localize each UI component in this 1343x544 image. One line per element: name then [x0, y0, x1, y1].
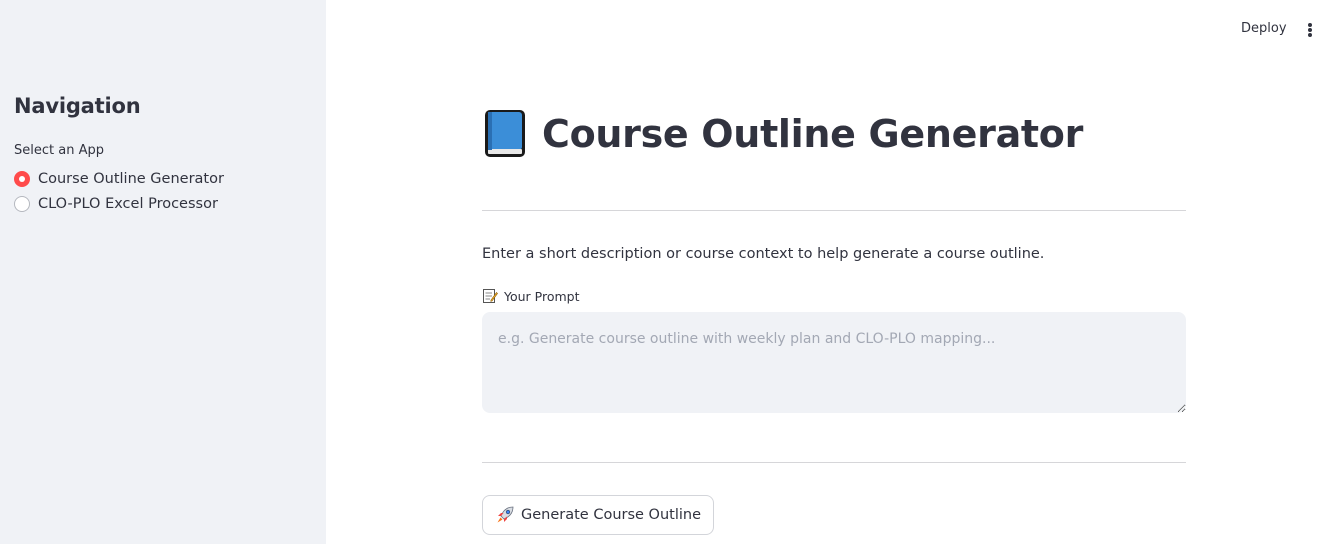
page-title-row: Course Outline Generator — [482, 108, 1083, 160]
radio-dot — [19, 176, 25, 182]
radio-option-clo-plo-excel-processor[interactable]: CLO-PLO Excel Processor — [14, 195, 218, 213]
radio-group-label: Select an App — [14, 143, 104, 158]
menu-dot — [1308, 28, 1312, 32]
menu-dot — [1308, 23, 1312, 27]
radio-option-label: CLO-PLO Excel Processor — [38, 196, 218, 212]
deploy-button[interactable]: Deploy — [1241, 21, 1287, 36]
prompt-label-text: Your Prompt — [504, 288, 580, 304]
divider — [482, 210, 1186, 211]
radio-button-checked[interactable] — [14, 171, 30, 187]
page-title: Course Outline Generator — [542, 112, 1084, 156]
sidebar: Navigation Select an App Course Outline … — [0, 0, 326, 544]
sidebar-title: Navigation — [14, 94, 141, 118]
app-root: Navigation Select an App Course Outline … — [0, 0, 1343, 544]
blue-book-icon — [482, 108, 528, 160]
generate-course-outline-button[interactable]: Generate Course Outline — [482, 495, 715, 535]
more-vertical-icon[interactable] — [1303, 21, 1317, 39]
memo-icon — [482, 288, 498, 304]
menu-dot — [1308, 33, 1312, 37]
divider — [482, 462, 1186, 463]
radio-button-unchecked[interactable] — [14, 196, 30, 212]
page-description: Enter a short description or course cont… — [482, 246, 1045, 262]
radio-option-course-outline-generator[interactable]: Course Outline Generator — [14, 170, 224, 188]
generate-button-label: Generate Course Outline — [521, 507, 702, 523]
radio-option-label: Course Outline Generator — [38, 171, 224, 187]
rocket-icon — [495, 505, 515, 525]
prompt-textarea[interactable] — [482, 312, 1186, 413]
prompt-label: Your Prompt — [482, 288, 580, 304]
